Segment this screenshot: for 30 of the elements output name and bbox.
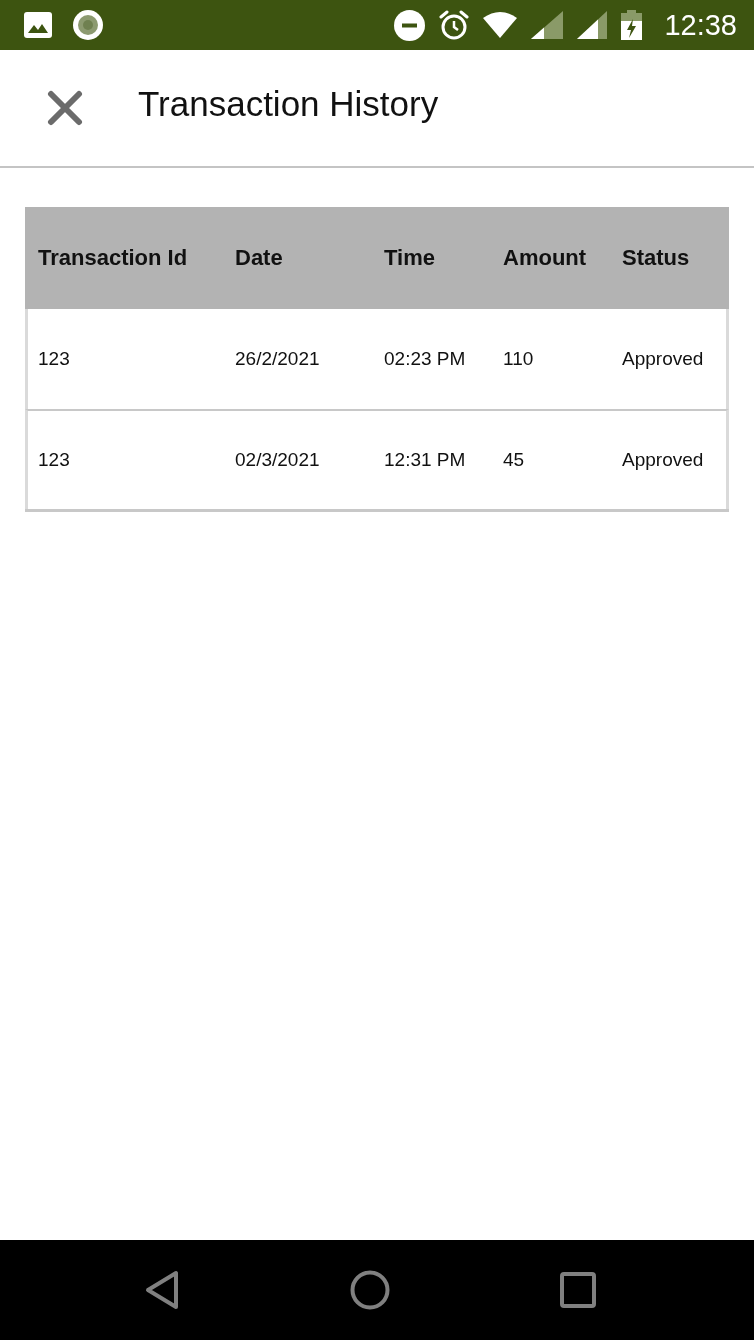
column-header: Time [384,245,436,271]
table-cell-text: 26/2/2021 [235,348,321,370]
close-button[interactable] [47,90,83,126]
battery-icon [621,10,643,40]
clock-time: 12:38 [664,8,737,42]
table-cell-text: 110 [503,348,535,370]
close-icon [47,90,83,126]
home-icon[interactable] [349,1270,390,1310]
alarm-icon [439,10,470,40]
do-not-disturb-icon [394,9,426,41]
column-header: Date [235,245,284,271]
table-cell-text: 02/3/2021 [235,449,321,471]
recents-icon[interactable] [560,1272,596,1308]
signal-icon [577,11,608,39]
ring-icon [73,10,103,40]
signal-icon [531,11,564,39]
screen-title: Transaction History [138,84,439,124]
table-cell-text: Approved [622,449,705,471]
table-cell-text: 12:31 PM [384,449,467,471]
table-cell-text: Approved [622,348,705,370]
back-icon[interactable] [145,1270,179,1310]
column-header: Amount [503,245,588,271]
table-cell-text: 02:23 PM [384,348,467,370]
table-cell-text: 123 [38,348,71,370]
table-cell-text: 123 [38,449,71,471]
image-icon [24,12,52,38]
table-cell-text: 45 [503,449,526,471]
wifi-icon [483,12,518,38]
column-header: Transaction Id [38,245,189,271]
column-header: Status [622,245,691,271]
